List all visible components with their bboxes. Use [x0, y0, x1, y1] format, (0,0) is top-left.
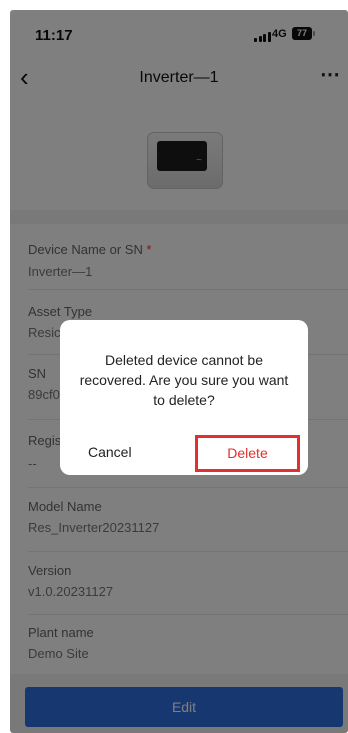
delete-confirm-dialog: Deleted device cannot be recovered. Are …: [60, 320, 308, 475]
cancel-button[interactable]: Cancel: [88, 444, 132, 460]
phone-screen: 11:17 4G 77 ‹ Inverter—1 ⋯ ~ Device Name…: [10, 10, 348, 733]
dialog-message: Deleted device cannot be recovered. Are …: [79, 352, 289, 408]
delete-button[interactable]: Delete: [195, 435, 300, 472]
